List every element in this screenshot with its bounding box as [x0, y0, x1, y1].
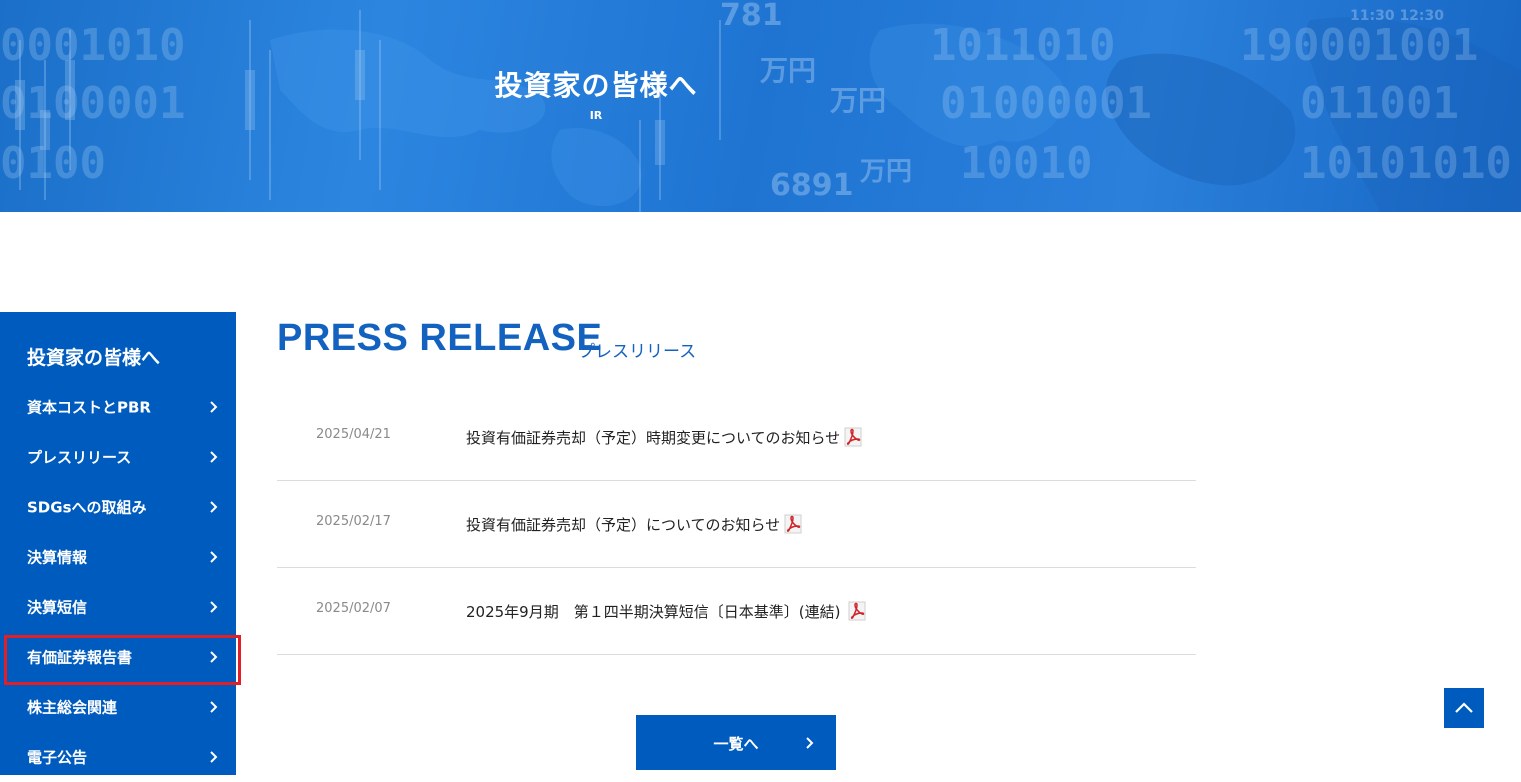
sidebar-item-earnings-summary[interactable]: 決算短信 [0, 582, 236, 632]
chevron-right-icon [210, 651, 218, 663]
back-to-top-button[interactable] [1444, 688, 1484, 728]
sidebar-item-label: 決算情報 [27, 548, 88, 567]
sidebar: 投資家の皆様へ 資本コストとPBR プレスリリース SDGsへの取組み 決算情報… [0, 312, 236, 775]
chevron-up-icon [1455, 702, 1473, 713]
list-item: 2025/02/07 2025年9月期 第１四半期決算短信〔日本基準〕(連結) [277, 568, 1196, 655]
chevron-right-icon [210, 401, 218, 413]
svg-text:10101010: 10101010 [1300, 138, 1512, 189]
sidebar-item-label: 株主総会関連 [27, 698, 118, 717]
hero-title: 投資家の皆様へ [494, 69, 698, 102]
sidebar-item-shareholders-meeting[interactable]: 株主総会関連 [0, 682, 236, 732]
svg-text:万円: 万円 [860, 157, 912, 187]
sidebar-item-financial-info[interactable]: 決算情報 [0, 532, 236, 582]
news-link[interactable]: 投資有価証券売却（予定）時期変更についてのお知らせ [466, 427, 862, 448]
section-title: PRESS RELEASE [277, 317, 603, 359]
svg-text:11:30 12:30: 11:30 12:30 [1350, 8, 1444, 24]
sidebar-item-label: 決算短信 [27, 598, 88, 617]
sidebar-item-label: SDGsへの取組み [27, 498, 147, 517]
chevron-right-icon [210, 551, 218, 563]
sidebar-item-label: 有価証券報告書 [27, 648, 133, 667]
svg-text:0100: 0100 [0, 138, 106, 189]
news-title[interactable]: 2025年9月期 第１四半期決算短信〔日本基準〕(連結) [466, 603, 840, 621]
news-date: 2025/02/07 [316, 601, 391, 616]
chevron-right-icon [210, 701, 218, 713]
sidebar-item-label: 資本コストとPBR [27, 398, 151, 417]
news-date: 2025/04/21 [316, 427, 391, 442]
svg-text:190001001: 190001001 [1240, 20, 1478, 71]
svg-text:011001: 011001 [1300, 78, 1459, 129]
chevron-right-icon [210, 601, 218, 613]
chevron-right-icon [210, 751, 218, 763]
hero-banner: 0001010 0100001 0100 1011010 190001001 0… [0, 0, 1521, 212]
chevron-right-icon [210, 451, 218, 463]
news-link[interactable]: 2025年9月期 第１四半期決算短信〔日本基準〕(連結) [466, 601, 866, 622]
sidebar-item-press-release[interactable]: プレスリリース [0, 432, 236, 482]
svg-text:10010: 10010 [960, 138, 1092, 189]
news-date: 2025/02/17 [316, 514, 391, 529]
chevron-right-icon [806, 737, 814, 749]
view-all-button[interactable]: 一覧へ [636, 715, 836, 770]
section-subtitle: プレスリリース [578, 342, 697, 362]
svg-text:781: 781 [720, 0, 783, 33]
sidebar-item-securities-report[interactable]: 有価証券報告書 [0, 632, 236, 682]
news-title[interactable]: 投資有価証券売却（予定）時期変更についてのお知らせ [466, 429, 840, 447]
hero-background-image: 0001010 0100001 0100 1011010 190001001 0… [0, 0, 1521, 212]
list-item: 2025/04/21 投資有価証券売却（予定）時期変更についてのお知らせ [277, 394, 1196, 481]
sidebar-item-sdgs[interactable]: SDGsへの取組み [0, 482, 236, 532]
hero-subtitle: IR [589, 109, 603, 122]
sidebar-heading[interactable]: 投資家の皆様へ [27, 343, 160, 370]
news-link[interactable]: 投資有価証券売却（予定）についてのお知らせ [466, 514, 802, 535]
sidebar-item-label: プレスリリース [27, 448, 132, 467]
pdf-icon[interactable] [784, 514, 802, 534]
sidebar-item-capital-cost-pbr[interactable]: 資本コストとPBR [0, 382, 236, 432]
chevron-right-icon [210, 501, 218, 513]
sidebar-item-label: 電子公告 [27, 748, 88, 767]
press-release-list: 2025/04/21 投資有価証券売却（予定）時期変更についてのお知らせ 202… [277, 394, 1196, 655]
news-title[interactable]: 投資有価証券売却（予定）についてのお知らせ [466, 516, 780, 534]
pdf-icon[interactable] [844, 427, 862, 447]
svg-text:6891: 6891 [770, 168, 854, 203]
list-item: 2025/02/17 投資有価証券売却（予定）についてのお知らせ [277, 481, 1196, 568]
pdf-icon[interactable] [848, 601, 866, 621]
